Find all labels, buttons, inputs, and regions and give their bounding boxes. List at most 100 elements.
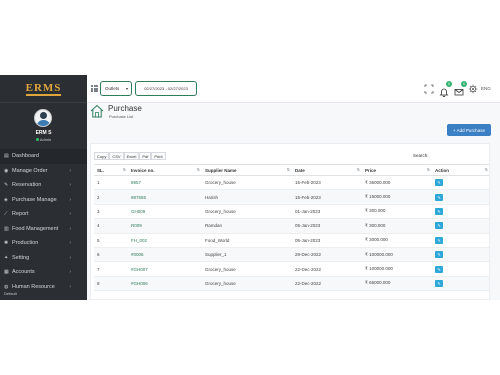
cell-supplier: Grocery_house xyxy=(202,175,292,191)
edit-icon[interactable]: ✎ xyxy=(435,251,443,259)
column-header-invoice-no[interactable]: Invoice no. ⇅ xyxy=(128,164,202,176)
cart-icon: ◉ xyxy=(4,167,9,174)
chevron-right-icon: › xyxy=(69,211,71,218)
app-logo[interactable]: ERMS xyxy=(25,82,62,96)
sort-icon[interactable]: ⇅ xyxy=(197,167,200,172)
table-row: 5 FH_002 Food_World 05-Jan-2023 ₹ 3000.000 ✎ xyxy=(94,233,489,248)
cell-invoice[interactable]: #0006 xyxy=(128,247,202,263)
cell-price: ₹ 15000.000 xyxy=(362,189,432,205)
edit-icon[interactable]: ✎ xyxy=(435,207,443,215)
cell-supplier: Ramdan xyxy=(202,218,292,234)
notification-button[interactable]: 0 xyxy=(439,81,452,97)
table-row: 3 GH009 Grocery_house 01-Jan-2023 ₹ 300.000 ✎ xyxy=(94,204,489,220)
cell-date: 05-Jan-2023 xyxy=(292,218,362,234)
edit-icon[interactable]: ✎ xyxy=(435,279,443,287)
cell-invoice[interactable]: GH009 xyxy=(128,204,202,220)
sort-icon[interactable]: ⇅ xyxy=(287,167,290,172)
sidebar-item-manage-order[interactable]: ◉ Manage Order › xyxy=(0,164,87,179)
column-header-price[interactable]: Price ⇅ xyxy=(362,164,432,176)
export-buttons: Copy CSV Excel Pdf Print xyxy=(94,152,166,160)
avatar[interactable] xyxy=(34,109,52,127)
column-header-action[interactable]: Action ⇅ xyxy=(432,164,489,176)
fullscreen-icon[interactable] xyxy=(424,84,434,94)
apps-grid-icon[interactable] xyxy=(91,85,98,92)
sidebar-item-reservation[interactable]: ✎ Reservation › xyxy=(0,178,87,193)
sort-icon[interactable]: ⇅ xyxy=(357,167,360,172)
add-purchase-button[interactable]: + Add Purchase xyxy=(447,124,491,136)
cell-action: ✎ xyxy=(432,233,489,248)
cell-invoice[interactable]: #GH006 xyxy=(128,276,202,292)
column-header-supplier-name[interactable]: Supplier Name ⇅ xyxy=(202,164,292,176)
date-range-picker[interactable]: 02/27/2023 - 02/27/2023 xyxy=(135,81,197,96)
excel-export-button[interactable]: Excel xyxy=(123,152,140,160)
sidebar-item-label: Reservation xyxy=(12,182,42,189)
topbar: Outlets ▾ 02/27/2023 - 02/27/2023 0 0 ENG xyxy=(87,75,500,103)
cell-action: ✎ xyxy=(432,276,489,292)
sidebar-item-food-management[interactable]: ▥ Food Management › xyxy=(0,222,87,237)
cell-price: ₹ 100000.000 xyxy=(362,247,432,263)
print-export-button[interactable]: Print xyxy=(151,152,166,160)
outlet-select[interactable]: Outlets ▾ xyxy=(100,81,132,96)
sort-icon[interactable]: ⇅ xyxy=(485,167,488,172)
sort-icon[interactable]: ⇅ xyxy=(427,167,430,172)
edit-icon[interactable]: ✎ xyxy=(435,236,443,244)
bag-icon: ◈ xyxy=(4,196,8,203)
table-row: 7 #GH007 Grocery_house 22-Dec-2022 ₹ 100000.… xyxy=(94,261,489,277)
cell-sl: 6 xyxy=(94,247,128,263)
gear-icon[interactable] xyxy=(468,84,478,94)
language-selector[interactable]: ENG xyxy=(481,86,491,91)
chevron-right-icon: › xyxy=(69,283,71,290)
sidebar-item-label: Human Resource xyxy=(12,283,55,290)
sidebar-menu: ▤ Dashboard ◉ Manage Order › ✎ Reservation › ◈ Pu… xyxy=(0,149,87,294)
online-dot-icon xyxy=(35,138,39,142)
edit-icon[interactable]: ✎ xyxy=(435,222,443,230)
csv-export-button[interactable]: CSV xyxy=(109,152,124,160)
cell-sl: 2 xyxy=(94,189,128,205)
cell-supplier: Grocery_house xyxy=(202,276,292,292)
notification-badge: 0 xyxy=(446,81,452,87)
sort-icon[interactable]: ⇅ xyxy=(123,167,126,172)
cell-action: ✎ xyxy=(432,261,489,277)
page-header: Purchase Purchase List + Add Purchase xyxy=(87,103,500,136)
sidebar-item-label: Production xyxy=(12,240,39,247)
column-header-date[interactable]: Date ⇅ xyxy=(292,164,362,176)
cell-invoice[interactable]: 987655 xyxy=(128,189,202,205)
cell-invoice[interactable]: R009 xyxy=(128,218,202,234)
sidebar-item-label: Setting xyxy=(12,254,30,261)
edit-icon[interactable]: ✎ xyxy=(435,193,443,201)
messages-badge: 0 xyxy=(461,81,467,87)
people-icon: ◍ xyxy=(4,283,9,290)
copy-export-button[interactable]: Copy xyxy=(94,152,110,160)
sidebar-item-purchase-manage[interactable]: ◈ Purchase Manage › xyxy=(0,193,87,208)
edit-icon[interactable]: ✎ xyxy=(435,179,443,187)
cell-supplier: Supplier_1 xyxy=(202,247,292,263)
cell-invoice[interactable]: #GH007 xyxy=(128,261,202,277)
cell-date: 28-Dec-2022 xyxy=(292,247,362,263)
cell-invoice[interactable]: FH_002 xyxy=(128,233,202,248)
sidebar-item-label: Report xyxy=(12,211,29,218)
cell-sl: 1 xyxy=(94,175,128,191)
cell-action: ✎ xyxy=(432,247,489,263)
search-label: Search: xyxy=(413,153,429,158)
cell-invoice[interactable]: 8957 xyxy=(128,175,202,191)
sidebar-item-report[interactable]: ⟋ Report › xyxy=(0,207,87,222)
page-subtitle: Purchase List xyxy=(109,114,134,119)
logo-bar: ERMS xyxy=(0,75,87,103)
food-icon: ▥ xyxy=(4,225,9,232)
cell-supplier: Food_World xyxy=(202,233,292,248)
cell-sl: 8 xyxy=(94,276,128,292)
column-header-sl[interactable]: SL. ⇅ xyxy=(94,164,128,176)
cell-price: ₹ 300.000 xyxy=(362,218,432,234)
table-row: 8 #GH006 Grocery_house 22-Dec-2022 ₹ 66000.0… xyxy=(94,276,489,292)
sidebar-item-accounts[interactable]: ▦ Accounts › xyxy=(0,265,87,280)
messages-button[interactable]: 0 xyxy=(454,81,467,96)
mail-icon xyxy=(454,89,464,96)
pdf-export-button[interactable]: Pdf xyxy=(139,152,152,160)
chevron-right-icon: › xyxy=(69,196,71,203)
sidebar-item-dashboard[interactable]: ▤ Dashboard xyxy=(0,149,87,164)
edit-icon[interactable]: ✎ xyxy=(435,265,443,273)
sidebar-item-label: Accounts xyxy=(12,269,35,276)
sidebar-item-setting[interactable]: ✦ Setting › xyxy=(0,251,87,266)
sidebar-item-production[interactable]: ✺ Production › xyxy=(0,236,87,251)
chevron-right-icon: › xyxy=(69,225,71,232)
